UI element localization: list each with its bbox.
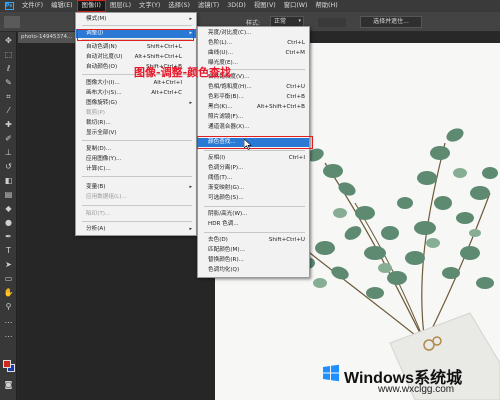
menu-item-auto-contrast[interactable]: 自动对比度(U) Alt+Shift+Ctrl+L (76, 53, 196, 62)
menu-item-hue-saturation[interactable]: 色相/饱和度(H)... Ctrl+U (198, 83, 309, 92)
eraser-tool-icon[interactable]: ◧ (3, 176, 14, 186)
highlight-box-adjustments (77, 29, 194, 41)
eyedropper-tool-icon[interactable]: ⁄ (3, 106, 14, 116)
menu-layer[interactable]: 图层(L) (106, 0, 135, 12)
highlight-box-color-lookup (197, 136, 313, 149)
tools-panel: ✥ ⬚ ℓ ✎ ⌗ ⁄ ✚ ✐ ⊥ ↺ ◧ ▤ ◆ ● ✒ T ➤ ▭ ✋ ⚲ … (0, 32, 17, 400)
menu-item-threshold[interactable]: 阈值(T)... (198, 174, 309, 183)
tool-preset-picker[interactable] (4, 16, 20, 28)
menu-view[interactable]: 视图(V) (250, 0, 280, 12)
move-tool-icon[interactable]: ✥ (3, 36, 14, 46)
menu-item-image-size[interactable]: 图像大小(I)... Alt+Ctrl+I (76, 79, 196, 88)
menu-item-crop: 裁剪(P) (86, 110, 105, 116)
menu-filter[interactable]: 滤镜(T) (194, 0, 223, 12)
crop-tool-icon[interactable]: ⌗ (3, 92, 14, 102)
menu-item-gradient-map[interactable]: 渐变映射(G)... (198, 184, 309, 193)
path-select-icon[interactable]: ➤ (3, 260, 14, 270)
menu-separator (82, 25, 192, 26)
size-fields[interactable] (318, 18, 346, 27)
menu-item-photo-filter[interactable]: 照片滤镜(F)... (198, 113, 309, 122)
menu-item-equalize[interactable]: 色调均化(Q) (198, 266, 309, 275)
menu-item-variables[interactable]: 变量(B) ▸ (76, 183, 196, 192)
menu-item-apply-image[interactable]: 应用图像(Y)... (76, 155, 196, 164)
history-brush-icon[interactable]: ↺ (3, 162, 14, 172)
type-tool-icon[interactable]: T (3, 246, 14, 256)
menu-window[interactable]: 窗口(W) (280, 0, 312, 12)
menu-item-shadows-highlights[interactable]: 阴影/高光(W)... (198, 210, 309, 219)
quick-mask-icon[interactable]: ◙ (3, 380, 14, 390)
menu-item-black-white[interactable]: 黑白(K)... Alt+Shift+Ctrl+B (198, 103, 309, 112)
pen-tool-icon[interactable]: ✒ (3, 232, 14, 242)
menu-item-auto-tone[interactable]: 自动色调(N) Shift+Ctrl+L (76, 43, 196, 52)
menu-item-posterize[interactable]: 色调分离(P)... (198, 164, 309, 173)
menu-item-trim[interactable]: 裁切(R)... (76, 119, 196, 128)
menu-help[interactable]: 帮助(H) (311, 0, 341, 12)
lasso-tool-icon[interactable]: ℓ (3, 64, 14, 74)
windows-logo-icon (323, 364, 339, 382)
watermark: Windows系统城 www.wxclgg.com (322, 358, 500, 400)
menu-item-desaturate[interactable]: 去色(D) Shift+Ctrl+U (198, 236, 309, 245)
submenu-arrow-icon: ▸ (189, 100, 192, 106)
submenu-arrow-icon: ▸ (189, 184, 192, 190)
menu-item-duplicate[interactable]: 复制(D)... (76, 145, 196, 154)
edit-toolbar-icon[interactable]: ⋯ (3, 332, 14, 342)
menu-item-invert[interactable]: 反相(I) Ctrl+I (198, 154, 309, 163)
annotation-caption: 图像-调整-颜色查找 (134, 66, 232, 79)
healing-brush-icon[interactable]: ✚ (3, 120, 14, 130)
menu-file[interactable]: 文件(F) (18, 0, 47, 12)
menu-item-trap: 陷印(T)... (86, 211, 111, 217)
submenu-arrow-icon: ▸ (189, 16, 192, 22)
blur-tool-icon[interactable]: ◆ (3, 204, 14, 214)
submenu-arrow-icon: ▸ (189, 226, 192, 232)
menu-item-channel-mixer[interactable]: 通道混合器(X)... (198, 123, 309, 132)
menu-type[interactable]: 文字(Y) (135, 0, 164, 12)
gradient-tool-icon[interactable]: ▤ (3, 190, 14, 200)
quick-select-tool-icon[interactable]: ✎ (3, 78, 14, 88)
brush-tool-icon[interactable]: ✐ (3, 134, 14, 144)
select-and-mask-button[interactable]: 选择并遮住... (360, 16, 422, 28)
menu-item-reveal-all[interactable]: 显示全部(V) (76, 129, 196, 138)
menu-bar: Ps 文件(F) 编辑(E) 图像(I) 图层(L) 文字(Y) 选择(S) 滤… (0, 0, 500, 12)
menu-item-selective-color[interactable]: 可选颜色(S)... (198, 194, 309, 203)
zoom-tool-icon[interactable]: ⚲ (3, 302, 14, 312)
chevron-down-icon: ▾ (298, 18, 301, 24)
menu-item-apply-data-set: 应用数据组(L)... (86, 194, 127, 200)
menu-separator (204, 206, 305, 207)
menu-3d[interactable]: 3D(D) (223, 0, 250, 12)
menu-item-hdr-toning[interactable]: HDR 色调... (198, 220, 309, 229)
menu-item-color-balance[interactable]: 色彩平衡(B)... Ctrl+B (198, 93, 309, 102)
menu-separator (82, 205, 192, 206)
menu-edit[interactable]: 编辑(E) (47, 0, 77, 12)
menu-separator (204, 150, 305, 151)
clone-stamp-icon[interactable]: ⊥ (3, 148, 14, 158)
menu-separator (82, 221, 192, 222)
marquee-tool-icon[interactable]: ⬚ (3, 50, 14, 60)
watermark-url: www.wxclgg.com (378, 384, 455, 395)
menu-item-calculations[interactable]: 计算(C)... (76, 165, 196, 174)
menu-select[interactable]: 选择(S) (164, 0, 194, 12)
mouse-cursor-icon (244, 139, 252, 150)
menu-item-levels[interactable]: 色阶(L)... Ctrl+L (198, 39, 309, 48)
menu-separator (82, 140, 192, 141)
image-menu: 模式(M) ▸ 调整(J) ▸ 自动色调(N) Shift+Ctrl+L 自动对比度(… (75, 12, 197, 236)
menu-item-match-color[interactable]: 匹配颜色(M)... (198, 246, 309, 255)
dodge-tool-icon[interactable]: ● (3, 218, 14, 228)
more-tools-icon[interactable]: … (3, 316, 14, 326)
photoshop-logo: Ps (4, 2, 14, 10)
menu-item-replace-color[interactable]: 替换颜色(R)... (198, 256, 309, 265)
foreground-color-swatch[interactable] (3, 360, 11, 368)
menu-item-analysis[interactable]: 分析(A) ▸ (76, 225, 196, 234)
menu-item-curves[interactable]: 曲线(U)... Ctrl+M (198, 49, 309, 58)
menu-image[interactable]: 图像(I) (76, 0, 107, 12)
menu-separator (204, 232, 305, 233)
menu-item-brightness-contrast[interactable]: 亮度/对比度(C)... (198, 29, 309, 38)
menu-item-mode[interactable]: 模式(M) ▸ (76, 15, 196, 24)
menu-item-image-rotation[interactable]: 图像旋转(G) ▸ (76, 99, 196, 108)
menu-separator (82, 176, 192, 177)
hand-tool-icon[interactable]: ✋ (3, 288, 14, 298)
document-tab[interactable]: photo-14945374... (18, 32, 76, 43)
menu-item-canvas-size[interactable]: 画布大小(S)... Alt+Ctrl+C (76, 89, 196, 98)
shape-tool-icon[interactable]: ▭ (3, 274, 14, 284)
